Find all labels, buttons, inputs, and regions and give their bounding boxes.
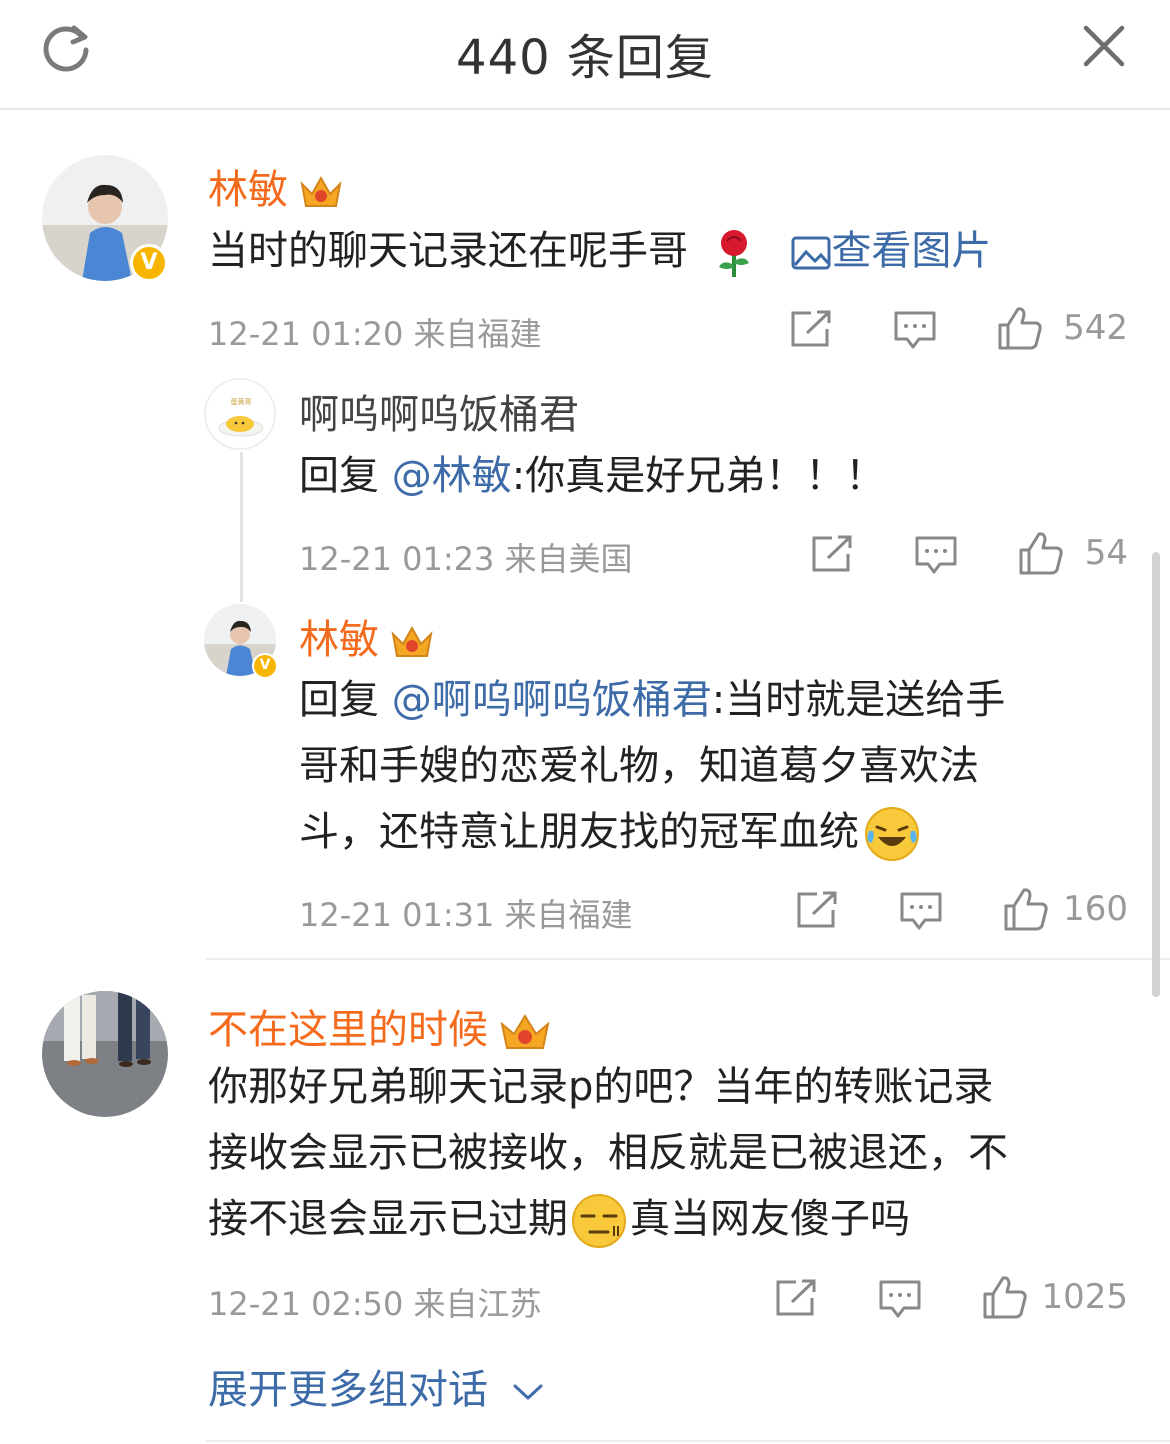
like-count: 542 (1063, 308, 1128, 348)
share-icon[interactable] (810, 534, 854, 574)
crown-icon (500, 1014, 550, 1049)
verified-badge: V (252, 653, 278, 679)
comment-meta: 12-21 01:20 来自福建 (208, 315, 542, 353)
scrollbar[interactable] (1152, 552, 1160, 997)
thread-line (240, 452, 243, 602)
reply-text: 回复 @啊呜啊呜饭桶君:当时就是送给手 哥和手嫂的恋爱礼物，知道葛夕喜欢法 斗，… (299, 667, 1119, 865)
like-icon[interactable] (1002, 886, 1050, 932)
image-icon (791, 236, 831, 270)
username[interactable]: 不在这里的时候 (208, 997, 552, 1055)
like-icon[interactable] (1017, 530, 1065, 576)
comment-text: 你那好兄弟聊天记录p的吧？当年的转账记录 接收会显示已被接收，相反就是已被退还，… (208, 1054, 1138, 1252)
mention-link[interactable]: @啊呜啊呜饭桶君 (392, 677, 712, 723)
like-count: 54 (1084, 533, 1128, 573)
divider (206, 1440, 1170, 1442)
avatar[interactable]: 蛋黄哥 (204, 378, 276, 450)
username[interactable]: 啊呜啊呜饭桶君 (299, 382, 579, 440)
chevron-down-icon (513, 1384, 543, 1400)
page-title: 440 条回复 (456, 30, 714, 86)
comment-meta: 12-21 02:50 来自江苏 (208, 1285, 542, 1323)
divider (206, 958, 1170, 960)
comment-icon[interactable] (914, 534, 958, 576)
comment-icon[interactable] (893, 309, 937, 351)
svg-text:蛋黄哥: 蛋黄哥 (231, 397, 252, 406)
comment-icon[interactable] (878, 1278, 922, 1320)
header: 440 条回复 (0, 0, 1170, 110)
like-count: 1025 (1041, 1277, 1128, 1317)
mention-link[interactable]: @林敏 (392, 453, 512, 499)
reply-meta: 12-21 01:31 来自福建 (299, 896, 633, 934)
username[interactable]: 林敏 (299, 607, 435, 665)
view-image-link[interactable]: 查看图片 (791, 228, 991, 274)
smirk-emoji (572, 1194, 626, 1248)
rose-emoji (718, 230, 749, 277)
reply-text: 回复 @林敏:你真是好兄弟！！！ (299, 453, 886, 499)
like-icon[interactable] (996, 305, 1044, 351)
comment-text: 当时的聊天记录还在呢手哥 查看图片 (208, 218, 991, 284)
like-count: 160 (1063, 889, 1128, 929)
expand-more-button[interactable]: 展开更多组对话 (208, 1357, 545, 1415)
crown-icon (300, 175, 342, 207)
share-icon[interactable] (789, 309, 833, 349)
share-icon[interactable] (795, 890, 839, 930)
crown-icon (391, 625, 433, 657)
verified-badge: V (130, 244, 168, 282)
avatar[interactable] (42, 991, 168, 1117)
like-icon[interactable] (981, 1274, 1029, 1320)
laugh-cry-emoji (865, 807, 919, 861)
comment-icon[interactable] (899, 890, 943, 932)
reply-meta: 12-21 01:23 来自美国 (299, 540, 633, 578)
share-icon[interactable] (774, 1278, 818, 1318)
close-icon[interactable] (1080, 22, 1128, 70)
username[interactable]: 林敏 (208, 157, 344, 215)
